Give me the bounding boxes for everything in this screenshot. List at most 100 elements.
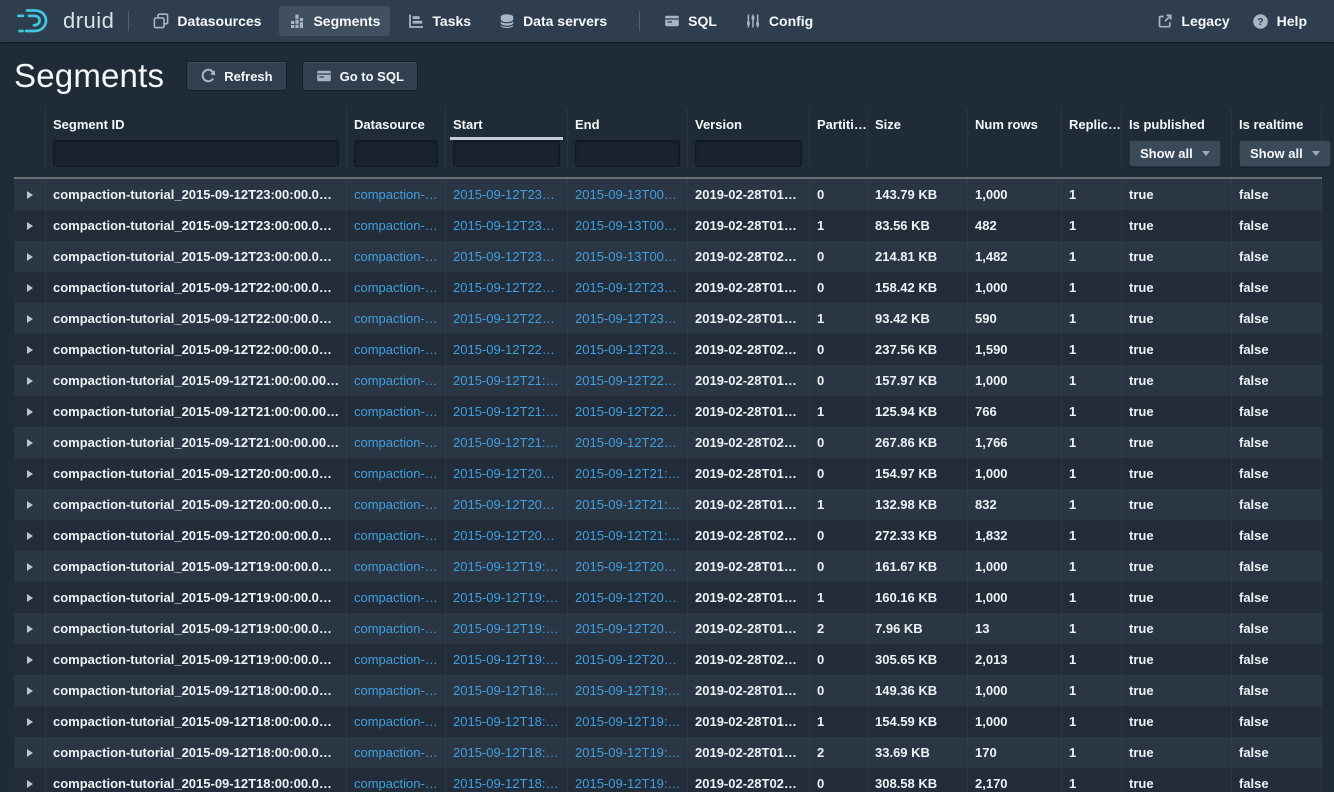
cell-start[interactable]: 2015-09-12T19:… <box>446 644 568 675</box>
row-expander[interactable] <box>14 675 46 706</box>
cell-datasource[interactable]: compaction-… <box>347 303 446 334</box>
cell-datasource[interactable]: compaction-… <box>347 458 446 489</box>
row-expander[interactable] <box>14 241 46 272</box>
cell-end[interactable]: 2015-09-12T20… <box>568 613 688 644</box>
row-expander[interactable] <box>14 706 46 737</box>
row-expander[interactable] <box>14 458 46 489</box>
filter-input-datasource[interactable] <box>354 140 438 167</box>
cell-end[interactable]: 2015-09-13T00… <box>568 241 688 272</box>
cell-start[interactable]: 2015-09-12T20… <box>446 520 568 551</box>
column-header-datasource[interactable]: Datasource <box>347 108 446 140</box>
cell-end[interactable]: 2015-09-12T22… <box>568 365 688 396</box>
row-expander[interactable] <box>14 613 46 644</box>
cell-datasource[interactable]: compaction-… <box>347 489 446 520</box>
row-expander[interactable] <box>14 551 46 582</box>
cell-start[interactable]: 2015-09-12T19:… <box>446 551 568 582</box>
cell-datasource[interactable]: compaction-… <box>347 427 446 458</box>
cell-start[interactable]: 2015-09-12T23… <box>446 179 568 210</box>
cell-end[interactable]: 2015-09-12T19:… <box>568 768 688 792</box>
filter-input-segment-id[interactable] <box>53 140 339 167</box>
cell-start[interactable]: 2015-09-12T20… <box>446 458 568 489</box>
filter-input-version[interactable] <box>695 140 802 167</box>
column-header-partition[interactable]: Partiti… <box>810 108 868 140</box>
nav-item-config[interactable]: Config <box>735 6 823 36</box>
cell-start[interactable]: 2015-09-12T18:… <box>446 737 568 768</box>
cell-datasource[interactable]: compaction-… <box>347 768 446 792</box>
cell-datasource[interactable]: compaction-… <box>347 644 446 675</box>
column-header-segment-id[interactable]: Segment ID <box>46 108 347 140</box>
cell-end[interactable]: 2015-09-12T19:… <box>568 737 688 768</box>
cell-end[interactable]: 2015-09-12T21:… <box>568 489 688 520</box>
cell-start[interactable]: 2015-09-12T22… <box>446 334 568 365</box>
refresh-button[interactable]: Refresh <box>186 61 286 91</box>
column-header-size[interactable]: Size <box>868 108 968 140</box>
row-expander[interactable] <box>14 582 46 613</box>
nav-item-sql[interactable]: SQL <box>654 6 727 36</box>
cell-datasource[interactable]: compaction-… <box>347 365 446 396</box>
cell-end[interactable]: 2015-09-12T20… <box>568 582 688 613</box>
filter-select-is-published[interactable]: Show all <box>1129 140 1221 167</box>
cell-datasource[interactable]: compaction-… <box>347 334 446 365</box>
cell-end[interactable]: 2015-09-12T23… <box>568 334 688 365</box>
cell-end[interactable]: 2015-09-12T22… <box>568 427 688 458</box>
nav-item-data-servers[interactable]: Data servers <box>489 6 617 36</box>
cell-datasource[interactable]: compaction-… <box>347 241 446 272</box>
row-expander[interactable] <box>14 737 46 768</box>
column-header-start[interactable]: Start <box>446 108 568 140</box>
cell-start[interactable]: 2015-09-12T19:… <box>446 613 568 644</box>
cell-datasource[interactable]: compaction-… <box>347 396 446 427</box>
nav-item-datasources[interactable]: Datasources <box>143 6 271 36</box>
row-expander[interactable] <box>14 489 46 520</box>
column-header-version[interactable]: Version <box>688 108 810 140</box>
cell-end[interactable]: 2015-09-12T22… <box>568 396 688 427</box>
row-expander[interactable] <box>14 520 46 551</box>
cell-start[interactable]: 2015-09-12T19:… <box>446 582 568 613</box>
filter-input-end[interactable] <box>575 140 680 167</box>
cell-end[interactable]: 2015-09-12T19:… <box>568 675 688 706</box>
row-expander[interactable] <box>14 768 46 792</box>
cell-start[interactable]: 2015-09-12T22… <box>446 272 568 303</box>
cell-datasource[interactable]: compaction-… <box>347 272 446 303</box>
cell-start[interactable]: 2015-09-12T23… <box>446 210 568 241</box>
column-header-is-published[interactable]: Is published <box>1122 108 1232 140</box>
row-expander[interactable] <box>14 365 46 396</box>
cell-end[interactable]: 2015-09-13T00… <box>568 210 688 241</box>
cell-datasource[interactable]: compaction-… <box>347 582 446 613</box>
column-header-end[interactable]: End <box>568 108 688 140</box>
cell-end[interactable]: 2015-09-12T20… <box>568 644 688 675</box>
row-expander[interactable] <box>14 396 46 427</box>
cell-datasource[interactable]: compaction-… <box>347 179 446 210</box>
go-to-sql-button[interactable]: Go to SQL <box>302 61 418 91</box>
cell-start[interactable]: 2015-09-12T20… <box>446 489 568 520</box>
nav-item-legacy[interactable]: Legacy <box>1147 6 1239 36</box>
cell-start[interactable]: 2015-09-12T21:… <box>446 396 568 427</box>
cell-start[interactable]: 2015-09-12T22… <box>446 303 568 334</box>
row-expander[interactable] <box>14 210 46 241</box>
cell-start[interactable]: 2015-09-12T23… <box>446 241 568 272</box>
cell-datasource[interactable]: compaction-… <box>347 706 446 737</box>
row-expander[interactable] <box>14 644 46 675</box>
cell-start[interactable]: 2015-09-12T18:… <box>446 675 568 706</box>
cell-datasource[interactable]: compaction-… <box>347 551 446 582</box>
row-expander[interactable] <box>14 272 46 303</box>
column-header-is-realtime[interactable]: Is realtime <box>1232 108 1322 140</box>
cell-start[interactable]: 2015-09-12T18:… <box>446 706 568 737</box>
cell-end[interactable]: 2015-09-12T23… <box>568 303 688 334</box>
cell-end[interactable]: 2015-09-12T19:… <box>568 706 688 737</box>
column-header-num-rows[interactable]: Num rows <box>968 108 1062 140</box>
row-expander[interactable] <box>14 179 46 210</box>
cell-end[interactable]: 2015-09-12T23… <box>568 272 688 303</box>
cell-end[interactable]: 2015-09-12T21:… <box>568 520 688 551</box>
nav-item-tasks[interactable]: Tasks <box>398 6 481 36</box>
row-expander[interactable] <box>14 427 46 458</box>
filter-input-start[interactable] <box>453 140 560 167</box>
cell-end[interactable]: 2015-09-12T20… <box>568 551 688 582</box>
cell-datasource[interactable]: compaction-… <box>347 675 446 706</box>
cell-start[interactable]: 2015-09-12T18:… <box>446 768 568 792</box>
row-expander[interactable] <box>14 334 46 365</box>
nav-item-help[interactable]: ?Help <box>1242 6 1317 37</box>
cell-datasource[interactable]: compaction-… <box>347 613 446 644</box>
cell-end[interactable]: 2015-09-12T21:… <box>568 458 688 489</box>
cell-datasource[interactable]: compaction-… <box>347 210 446 241</box>
row-expander[interactable] <box>14 303 46 334</box>
